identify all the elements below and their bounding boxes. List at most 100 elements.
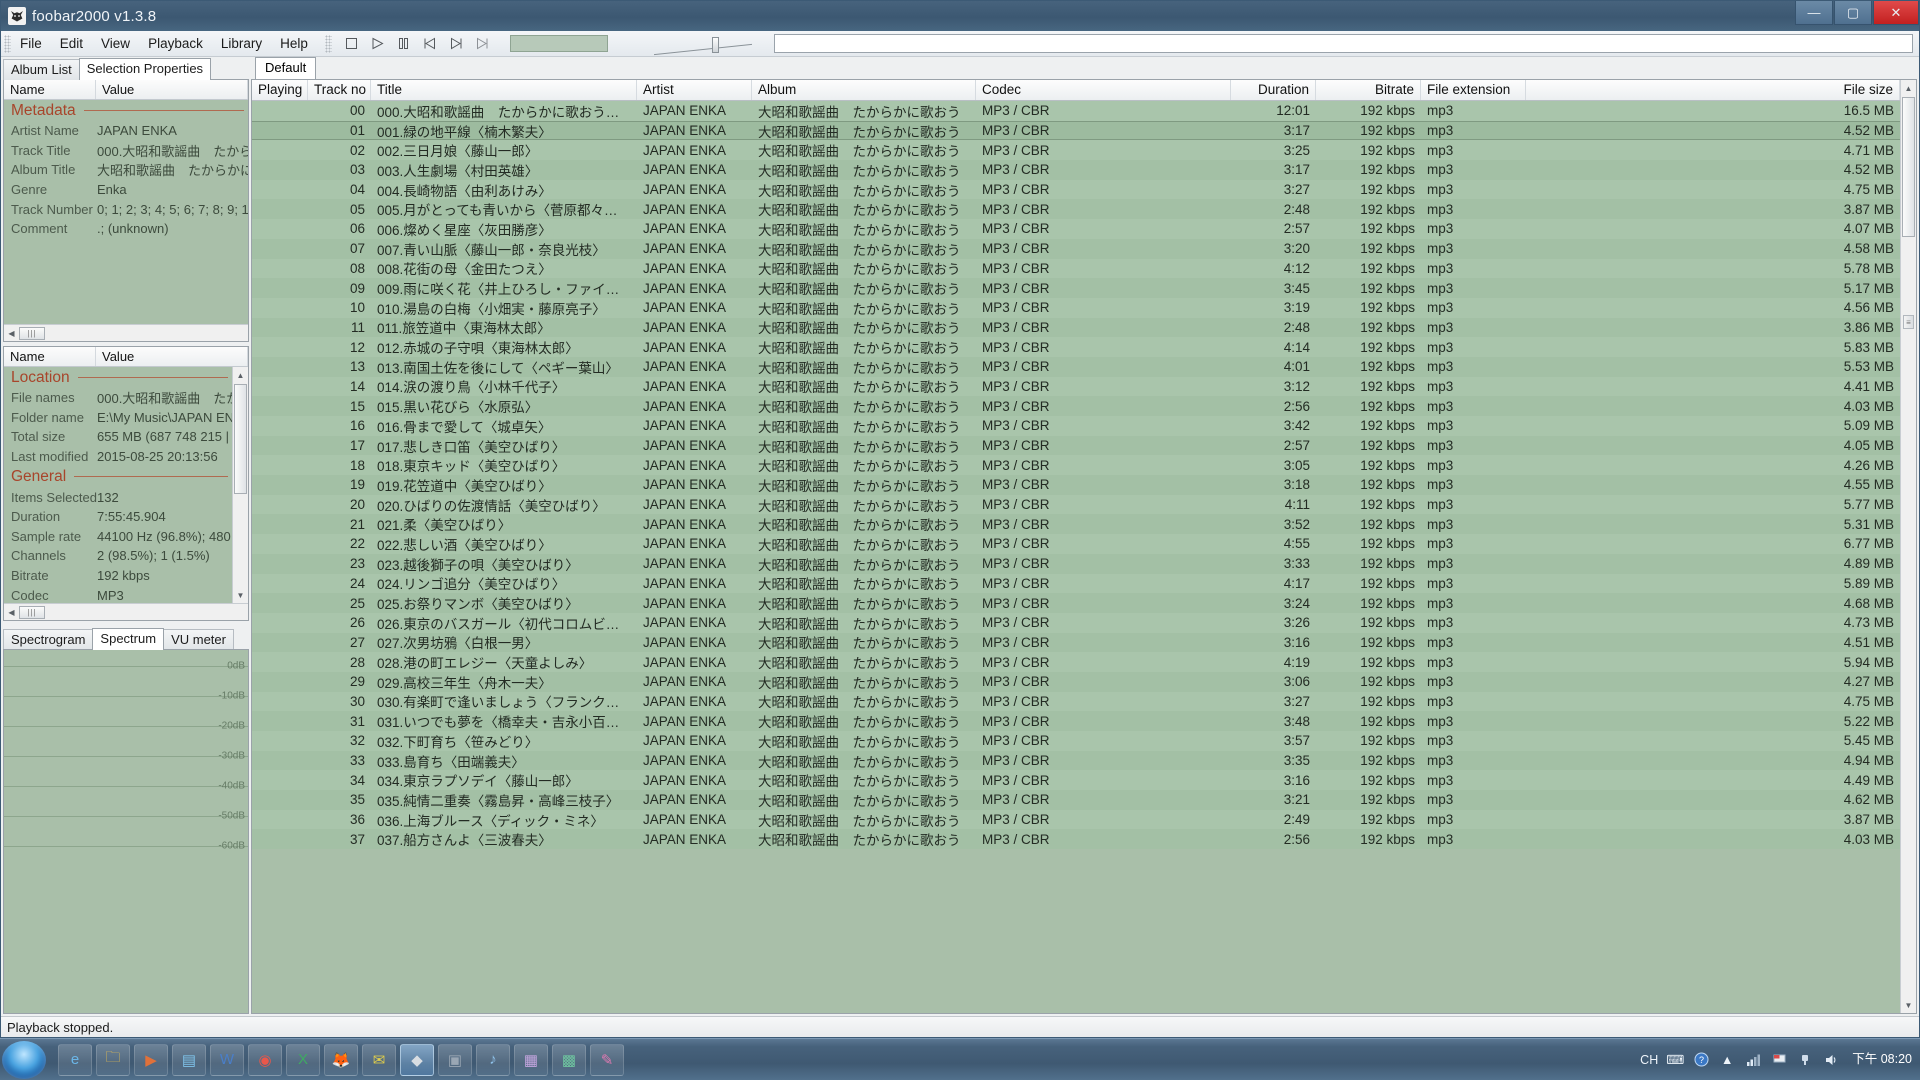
details-vscrollbar[interactable]: ▲ ▼ — [232, 367, 248, 603]
scroll-down-icon[interactable]: ▼ — [233, 587, 248, 603]
property-row[interactable]: Last modified 2015-08-25 20:13:56 — [4, 447, 232, 467]
play-icon[interactable] — [366, 34, 390, 54]
ime-indicator[interactable]: CH — [1640, 1053, 1658, 1067]
close-button[interactable]: ✕ — [1873, 1, 1919, 25]
playlist-row[interactable]: 05 005.月がとっても青いから〈菅原都々子〉 JAPAN ENKA 大昭和歌謡曲 … — [252, 199, 1900, 220]
playlist-row[interactable]: 16 016.骨まで愛して〈城卓矢〉 JAPAN ENKA 大昭和歌謡曲 たからかに歌… — [252, 416, 1900, 436]
property-row[interactable]: Duration 7:55:45.904 — [4, 507, 232, 527]
tab-vu-meter[interactable]: VU meter — [163, 629, 234, 650]
column-bitrate[interactable]: Bitrate — [1316, 80, 1421, 100]
playlist-row[interactable]: 10 010.湯島の白梅〈小畑実・藤原亮子〉 JAPAN ENKA 大昭和歌謡曲 たか… — [252, 297, 1900, 318]
taskbar-item-foobar2000-icon[interactable]: ◆ — [400, 1043, 434, 1076]
playlist-row[interactable]: 23 023.越後獅子の唄〈美空ひばり〉 JAPAN ENKA 大昭和歌謡曲 たからか… — [252, 553, 1900, 574]
taskbar-item-camera-icon[interactable]: ▣ — [438, 1043, 472, 1076]
seek-bar[interactable] — [509, 35, 608, 52]
playlist-row[interactable]: 09 009.雨に咲く花〈井上ひろし・ファイブ・… JAPAN ENKA 大昭和歌謡曲… — [252, 278, 1900, 298]
column-track-no[interactable]: Track no — [308, 80, 371, 100]
playlist-row[interactable]: 08 008.花街の母〈金田たつえ〉 JAPAN ENKA 大昭和歌謡曲 たからかに歌… — [252, 258, 1900, 279]
help-icon[interactable]: ? — [1692, 1051, 1710, 1069]
tab-spectrum[interactable]: Spectrum — [92, 628, 165, 650]
taskbar-item-music-icon[interactable]: ♪ — [476, 1043, 510, 1076]
menu-edit[interactable]: Edit — [51, 33, 92, 54]
next-icon[interactable] — [444, 34, 468, 54]
playlist-row[interactable]: 30 030.有楽町で逢いましょう〈フランク永井〉 JAPAN ENKA 大昭和歌謡曲… — [252, 691, 1900, 712]
details-col-name[interactable]: Name — [4, 347, 96, 366]
scroll-left-icon[interactable]: ◀ — [4, 329, 19, 338]
column-playing[interactable]: Playing — [252, 80, 308, 100]
playlist-row[interactable]: 25 025.お祭りマンボ〈美空ひばり〉 JAPAN ENKA 大昭和歌謡曲 たからか… — [252, 593, 1900, 613]
stop-icon[interactable] — [340, 34, 364, 54]
menu-view[interactable]: View — [92, 33, 139, 54]
property-row[interactable]: Track Number 0; 1; 2; 3; 4; 5; 6; 7; 8; … — [4, 199, 248, 219]
details-hscrollbar[interactable]: ◀ ||| — [4, 603, 248, 620]
keyboard-icon[interactable]: ⌨ — [1666, 1051, 1684, 1069]
chevron-up-icon[interactable]: ▲ — [1718, 1051, 1736, 1069]
playlist-row[interactable]: 28 028.港の町エレジー〈天童よしみ〉 JAPAN ENKA 大昭和歌謡曲 たから… — [252, 652, 1900, 672]
property-row[interactable]: Track Title 000.大昭和歌謡曲 たからか — [4, 141, 248, 161]
property-row[interactable]: Sample rate 44100 Hz (96.8%); 480 — [4, 527, 232, 547]
hscroll-thumb[interactable]: ||| — [19, 605, 45, 619]
property-row[interactable]: Channels 2 (98.5%); 1 (1.5%) — [4, 546, 232, 566]
playlist-row[interactable]: 06 006.燦めく星座〈灰田勝彦〉 JAPAN ENKA 大昭和歌謡曲 たからかに歌… — [252, 219, 1900, 239]
property-row[interactable]: Total size 655 MB (687 748 215 | — [4, 427, 232, 447]
taskbar-item-notepad-icon[interactable]: ▤ — [172, 1043, 206, 1076]
column-title[interactable]: Title — [371, 80, 637, 100]
playlist-row[interactable]: 00 000.大昭和歌謡曲 たからかに歌おう！！〈… JAPAN ENKA 大昭和歌謡… — [252, 101, 1900, 121]
taskbar-item-internet-explorer-icon[interactable]: e — [58, 1043, 92, 1076]
playlist-row[interactable]: 15 015.黒い花びら〈水原弘〉 JAPAN ENKA 大昭和歌謡曲 たからかに歌お… — [252, 396, 1900, 416]
search-input[interactable] — [773, 34, 1913, 53]
taskbar-clock[interactable]: 下午 08:20 — [1848, 1052, 1912, 1066]
scroll-down-icon[interactable]: ▼ — [1901, 997, 1916, 1013]
playlist-scroll-thumb[interactable] — [1902, 97, 1915, 237]
property-row[interactable]: Codec MP3 — [4, 585, 232, 603]
pause-icon[interactable] — [392, 34, 416, 54]
taskbar-item-calculator-icon[interactable]: ▦ — [514, 1043, 548, 1076]
network-icon[interactable] — [1744, 1051, 1762, 1069]
playlist-row[interactable]: 36 036.上海ブルース〈ディック・ミネ〉 JAPAN ENKA 大昭和歌謡曲 たか… — [252, 809, 1900, 830]
playlist-row[interactable]: 20 020.ひばりの佐渡情話〈美空ひばり〉 JAPAN ENKA 大昭和歌謡曲 たか… — [252, 494, 1900, 515]
playlist-row[interactable]: 11 011.旅笠道中〈東海林太郎〉 JAPAN ENKA 大昭和歌謡曲 たからかに歌… — [252, 317, 1900, 338]
spectrum-visualizer[interactable]: 0dB -10dB -20dB -30dB -40dB -50dB -60dB — [3, 649, 249, 1014]
playlist-row[interactable]: 19 019.花笠道中〈美空ひばり〉 JAPAN ENKA 大昭和歌謡曲 たからかに歌… — [252, 475, 1900, 495]
start-button[interactable] — [2, 1040, 46, 1079]
property-row[interactable]: Genre Enka — [4, 180, 248, 200]
playlist-row[interactable]: 12 012.赤城の子守唄〈東海林太郎〉 JAPAN ENKA 大昭和歌謡曲 たからか… — [252, 337, 1900, 357]
previous-icon[interactable] — [418, 34, 442, 54]
menu-file[interactable]: File — [11, 33, 51, 54]
playlist-row[interactable]: 02 002.三日月娘〈藤山一郎〉 JAPAN ENKA 大昭和歌謡曲 たからかに歌お… — [252, 140, 1900, 161]
playlist-row[interactable]: 29 029.高校三年生〈舟木一夫〉 JAPAN ENKA 大昭和歌謡曲 たからかに歌… — [252, 671, 1900, 692]
playlist-row[interactable]: 22 022.悲しい酒〈美空ひばり〉 JAPAN ENKA 大昭和歌謡曲 たからかに歌… — [252, 534, 1900, 554]
menu-library[interactable]: Library — [212, 33, 271, 54]
playlist-row[interactable]: 01 001.緑の地平線〈楠木繁夫〉 JAPAN ENKA 大昭和歌謡曲 たからかに歌… — [252, 120, 1900, 141]
taskbar-item-paint-icon[interactable]: ✎ — [590, 1043, 624, 1076]
minimize-button[interactable]: — — [1795, 1, 1833, 25]
property-row[interactable]: Bitrate 192 kbps — [4, 566, 232, 586]
playlist-row[interactable]: 32 032.下町育ち〈笹みどり〉 JAPAN ENKA 大昭和歌謡曲 たからかに歌お… — [252, 731, 1900, 751]
tab-spectrogram[interactable]: Spectrogram — [3, 629, 94, 650]
playlist-row[interactable]: 03 003.人生劇場〈村田英雄〉 JAPAN ENKA 大昭和歌謡曲 たからかに歌お… — [252, 160, 1900, 180]
property-row[interactable]: Artist Name JAPAN ENKA — [4, 121, 248, 141]
menu-playback[interactable]: Playback — [139, 33, 212, 54]
metadata-col-name[interactable]: Name — [4, 80, 96, 99]
volume-icon[interactable] — [1822, 1051, 1840, 1069]
playlist-row[interactable]: 17 017.悲しき口笛〈美空ひばり〉 JAPAN ENKA 大昭和歌謡曲 たからかに… — [252, 435, 1900, 456]
property-row[interactable]: Comment .; (unknown) — [4, 219, 248, 239]
volume-knob[interactable] — [711, 36, 719, 53]
flag-icon[interactable] — [1770, 1051, 1788, 1069]
menu-help[interactable]: Help — [271, 33, 317, 54]
scroll-left-icon[interactable]: ◀ — [4, 608, 19, 617]
taskbar-item-photo-icon[interactable]: ▩ — [552, 1043, 586, 1076]
tab-album-list[interactable]: Album List — [3, 59, 80, 80]
taskbar-item-folder-explorer-icon[interactable]: 🗀 — [96, 1043, 130, 1076]
usb-icon[interactable] — [1796, 1051, 1814, 1069]
details-col-value[interactable]: Value — [96, 347, 248, 366]
playlist-row[interactable]: 14 014.涙の渡り鳥〈小林千代子〉 JAPAN ENKA 大昭和歌謡曲 たからかに… — [252, 376, 1900, 397]
taskbar-item-messenger-icon[interactable]: ✉ — [362, 1043, 396, 1076]
vscroll-thumb[interactable] — [234, 384, 247, 494]
playlist-row[interactable]: 07 007.青い山脈〈藤山一郎・奈良光枝〉 JAPAN ENKA 大昭和歌謡曲 たか… — [252, 238, 1900, 259]
metadata-col-value[interactable]: Value — [96, 80, 248, 99]
scroll-up-icon[interactable]: ▲ — [233, 367, 248, 383]
taskbar-item-media-player-icon[interactable]: ▶ — [134, 1043, 168, 1076]
column-codec[interactable]: Codec — [976, 80, 1231, 100]
column-artist[interactable]: Artist — [637, 80, 752, 100]
